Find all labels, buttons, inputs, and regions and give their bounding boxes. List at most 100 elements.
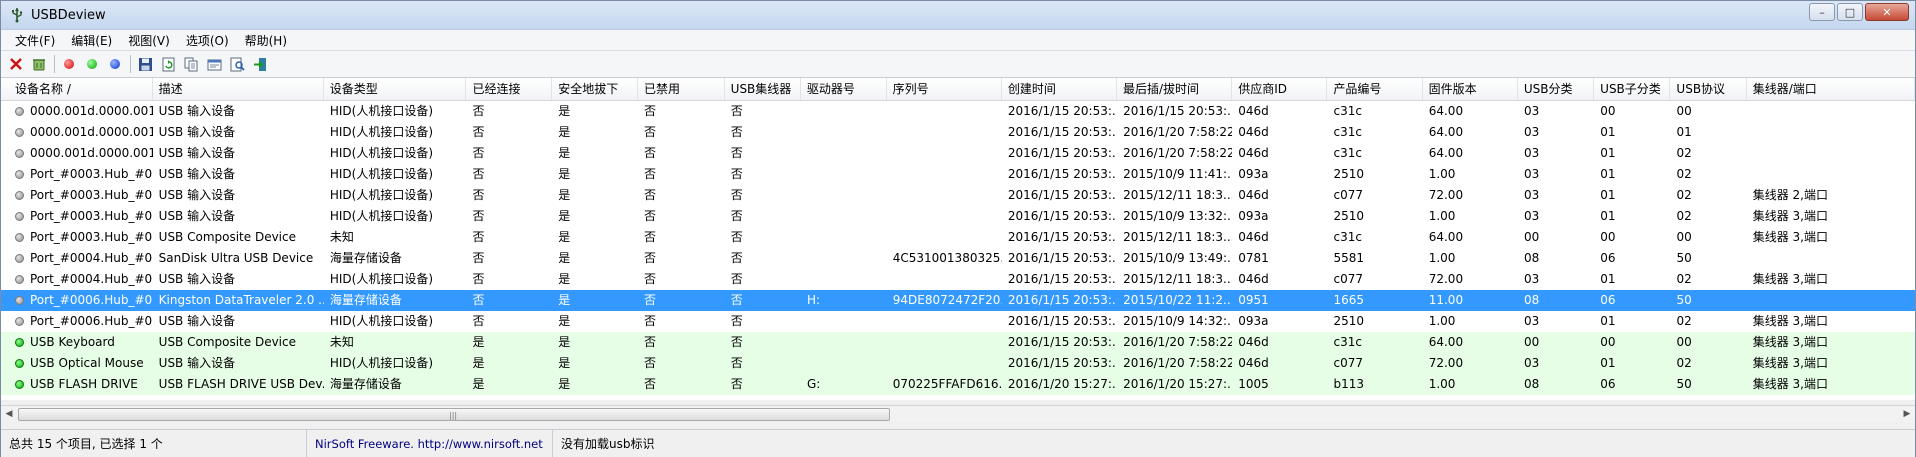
cell-drive-letter [801, 269, 887, 290]
exit-button[interactable] [249, 53, 271, 75]
cell-usb-class: 08 [1523, 377, 1540, 391]
column-header-usb-class[interactable]: USB分类 [1518, 78, 1595, 100]
column-header-safe-to-unplug[interactable]: 安全地拔下 [552, 78, 638, 100]
cell-product-id: c31c [1333, 125, 1362, 139]
cell-firmware-revision: 64.00 [1428, 125, 1464, 139]
column-header-usb-hub[interactable]: USB集线器 [725, 78, 801, 100]
toggle-button[interactable] [104, 53, 126, 75]
refresh-button[interactable] [157, 53, 179, 75]
column-header-created-date[interactable]: 创建时间 [1002, 78, 1118, 100]
column-header-disabled[interactable]: 已禁用 [638, 78, 725, 100]
column-header-last-plug-date[interactable]: 最后插/拔时间 [1117, 78, 1233, 100]
connected-status-icon [15, 380, 24, 389]
toolbar [1, 51, 1915, 78]
cell-description: USB Composite Device [158, 335, 296, 349]
column-header-vendor-id[interactable]: 供应商ID [1232, 78, 1328, 100]
device-name-text: Port_#0003.Hub_#0... [30, 188, 153, 202]
cell-device-name: Port_#0006.Hub_#0... [1, 311, 153, 332]
cell-usb-hub: 否 [730, 104, 743, 118]
cell-usb-class: 03 [1523, 125, 1540, 139]
table-row[interactable]: USB FLASH DRIVE USB FLASH DRIVE USB Dev..… [1, 374, 1915, 395]
cell-usb-subclass: 01 [1600, 188, 1616, 202]
column-header-description[interactable]: 描述 [153, 78, 324, 100]
menu-edit[interactable]: 编辑(E) [63, 32, 120, 49]
cell-device-type: 未知 [329, 335, 354, 349]
cell-usb-subclass: 01 [1600, 125, 1616, 139]
column-header-usb-protocol[interactable]: USB协议 [1670, 78, 1747, 100]
cell-connected: 否 [472, 251, 485, 265]
menu-options[interactable]: 选项(O) [178, 32, 237, 49]
table-row[interactable]: Port_#0004.Hub_#0... USB 输入设备 HID(人机接口设备) 否… [1, 269, 1915, 290]
uninstall-button[interactable] [5, 53, 27, 75]
close-window-button[interactable]: ✕ [1865, 3, 1909, 21]
table-row[interactable]: Port_#0003.Hub_#0... USB Composite Device… [1, 227, 1915, 248]
minimize-button[interactable]: – [1809, 3, 1835, 21]
table-row[interactable]: Port_#0006.Hub_#0... USB 输入设备 HID(人机接口设备) 否… [1, 311, 1915, 332]
cell-usb-protocol: 50 [1676, 377, 1692, 391]
table-row[interactable]: USB Keyboard USB Composite Device 未知 是 是 否 否 20… [1, 332, 1915, 353]
table-row[interactable]: Port_#0003.Hub_#0... USB 输入设备 HID(人机接口设备) 否… [1, 164, 1915, 185]
cell-usb-hub: 否 [730, 167, 743, 181]
column-header-device-name[interactable]: 设备名称 / [1, 78, 153, 100]
column-header-firmware-revision[interactable]: 固件版本 [1423, 78, 1518, 100]
cell-created-date: 2016/1/15 20:53:... [1007, 188, 1118, 202]
column-header-product-id[interactable]: 产品编号 [1327, 78, 1423, 100]
nirsoft-link[interactable]: NirSoft Freeware. http://www.nirsoft.net [307, 430, 553, 457]
column-header-hub-port[interactable]: 集线器/端口 [1747, 78, 1915, 100]
cell-last-plug-date: 2016/1/20 7:58:22 [1123, 356, 1233, 370]
cell-drive-letter [801, 164, 887, 185]
copy-button[interactable] [180, 53, 202, 75]
cell-disabled: 否 [644, 209, 657, 223]
cell-device-name: Port_#0006.Hub_#0... [1, 290, 153, 311]
connected-status-icon [15, 338, 24, 347]
column-header-connected[interactable]: 已经连接 [466, 78, 553, 100]
cell-drive-letter [801, 122, 887, 143]
properties-icon [207, 59, 221, 70]
cell-drive-letter [801, 311, 887, 332]
cell-last-plug-date: 2016/1/20 7:58:22 [1123, 335, 1233, 349]
red-x-icon [10, 58, 22, 70]
table-row[interactable]: Port_#0004.Hub_#0... SanDisk Ultra USB De… [1, 248, 1915, 269]
table-row[interactable]: 0000.001d.0000.001... USB 输入设备 HID(人机接口设备)… [1, 122, 1915, 143]
column-header-usb-subclass[interactable]: USB子分类 [1594, 78, 1671, 100]
scrollbar-thumb[interactable]: ||| [18, 408, 890, 421]
table-row[interactable]: USB Optical Mouse USB 输入设备 HID(人机接口设备) 是 是 否 否… [1, 353, 1915, 374]
table-row[interactable]: Port_#0003.Hub_#0... USB 输入设备 HID(人机接口设备) 否… [1, 206, 1915, 227]
cell-description: USB 输入设备 [158, 314, 236, 328]
horizontal-scrollbar[interactable]: ◀ ||| ▶ [1, 405, 1915, 422]
maximize-button[interactable]: □ [1837, 3, 1863, 21]
cell-description: USB Composite Device [158, 230, 296, 244]
disconnected-status-icon [15, 107, 24, 116]
disconnect-button[interactable] [28, 53, 50, 75]
disable-button[interactable] [58, 53, 80, 75]
table-row[interactable]: Port_#0003.Hub_#0... USB 输入设备 HID(人机接口设备) 否… [1, 185, 1915, 206]
cell-vendor-id: 046d [1238, 272, 1269, 286]
properties-button[interactable] [203, 53, 225, 75]
cell-vendor-id: 1005 [1238, 377, 1269, 391]
menu-help[interactable]: 帮助(H) [237, 32, 295, 49]
grip-icon: ||| [449, 411, 458, 420]
save-button[interactable] [134, 53, 156, 75]
column-header-serial-number[interactable]: 序列号 [887, 78, 1002, 100]
device-list[interactable]: 设备名称 / 描述 设备类型 已经连接 安全地拔下 已禁用 USB集线器 驱动器号 序列号 创建时… [1, 77, 1915, 400]
column-header-drive-letter[interactable]: 驱动器号 [801, 78, 887, 100]
device-name-text: Port_#0006.Hub_#0... [30, 293, 153, 307]
find-button[interactable] [226, 53, 248, 75]
device-name-text: USB Keyboard [30, 335, 115, 349]
cell-hub-port: 集线器 3,端口 [1752, 230, 1828, 244]
menu-view[interactable]: 视图(V) [120, 32, 178, 49]
table-row[interactable]: 0000.001d.0000.001... USB 输入设备 HID(人机接口设备)… [1, 101, 1915, 122]
cell-product-id: c31c [1333, 104, 1362, 118]
table-row[interactable]: 0000.001d.0000.001... USB 输入设备 HID(人机接口设备)… [1, 143, 1915, 164]
table-row[interactable]: Port_#0006.Hub_#0... Kingston DataTravele… [1, 290, 1915, 311]
cell-usb-subclass: 01 [1600, 272, 1616, 286]
enable-button[interactable] [81, 53, 103, 75]
cell-usb-class: 08 [1523, 251, 1540, 265]
scroll-left-arrow-icon[interactable]: ◀ [1, 406, 17, 422]
column-header-device-type[interactable]: 设备类型 [324, 78, 467, 100]
menu-file[interactable]: 文件(F) [7, 32, 63, 49]
cell-disabled: 否 [644, 314, 657, 328]
scroll-right-arrow-icon[interactable]: ▶ [1899, 406, 1915, 422]
cell-last-plug-date: 2015/12/11 18:3... [1123, 230, 1233, 244]
cell-last-plug-date: 2016/1/20 7:58:22 [1123, 125, 1233, 139]
